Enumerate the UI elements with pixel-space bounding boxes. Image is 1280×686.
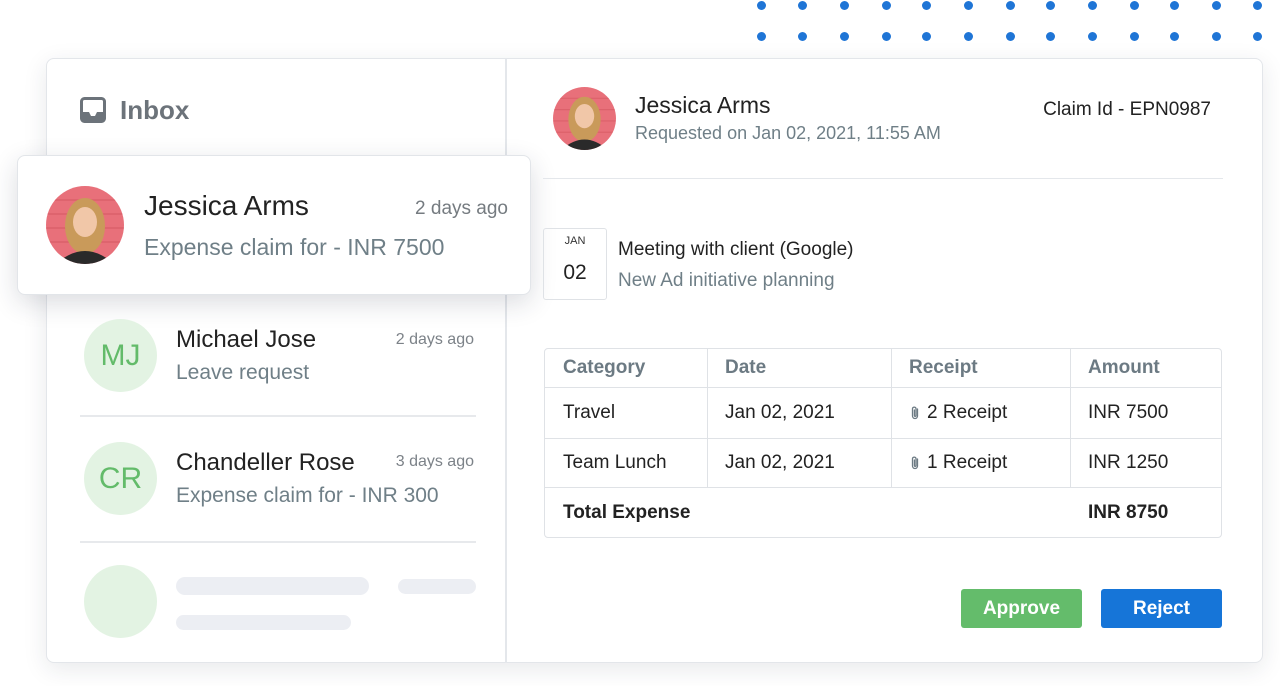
- avatar: CR: [84, 442, 157, 515]
- requester-avatar: [553, 87, 616, 150]
- cell-date: Jan 02, 2021: [725, 452, 835, 473]
- message-time: 2 days ago: [395, 331, 474, 348]
- decorative-dot: [1253, 1, 1262, 10]
- decorative-dot-pattern: [752, 0, 1272, 44]
- avatar: MJ: [84, 319, 157, 392]
- cell-category: Travel: [563, 402, 616, 423]
- decorative-dot: [1212, 1, 1221, 10]
- decorative-dot: [1046, 32, 1055, 41]
- claim-id: Claim Id - EPN0987: [1043, 99, 1211, 120]
- table-row: Team Lunch Jan 02, 2021 1 Receipt INR 12…: [545, 439, 1221, 487]
- inbox-item-active[interactable]: Jessica Arms 2 days ago Expense claim fo…: [17, 155, 531, 295]
- skeleton-line: [398, 579, 476, 594]
- event-date-badge: JAN 02: [543, 228, 607, 300]
- total-label: Total Expense: [563, 502, 691, 523]
- decorative-dot: [1130, 32, 1139, 41]
- decorative-dot: [1170, 1, 1179, 10]
- list-divider: [80, 541, 476, 543]
- cell-amount: INR 1250: [1088, 452, 1169, 473]
- event-subtitle: New Ad initiative planning: [618, 270, 835, 291]
- receipt-count: 2 Receipt: [927, 402, 1008, 423]
- sender-name: Chandeller Rose: [176, 449, 355, 476]
- receipt-count: 1 Receipt: [927, 452, 1008, 473]
- inbox-title: Inbox: [120, 94, 190, 125]
- reject-button[interactable]: Reject: [1101, 589, 1222, 628]
- decorative-dot: [1046, 1, 1055, 10]
- cell-category: Team Lunch: [563, 452, 667, 473]
- message-time: 3 days ago: [395, 453, 474, 470]
- decorative-dot: [798, 32, 807, 41]
- inbox-item-michael-jose[interactable]: MJ Michael Jose 2 days ago Leave request: [80, 307, 476, 417]
- decorative-dot: [1253, 32, 1262, 41]
- total-amount: INR 8750: [1088, 502, 1169, 523]
- column-header-date: Date: [725, 357, 767, 378]
- list-divider: [80, 415, 476, 417]
- avatar: [46, 186, 124, 264]
- decorative-dot: [1212, 32, 1221, 41]
- cell-date: Jan 02, 2021: [725, 402, 835, 423]
- inbox-tray-icon: [80, 97, 106, 123]
- column-header-amount: Amount: [1088, 357, 1160, 378]
- message-subject: Expense claim for - INR 7500: [144, 234, 445, 260]
- skeleton-line: [176, 615, 351, 630]
- sender-name: Jessica Arms: [144, 190, 309, 221]
- column-header-receipt: Receipt: [909, 357, 978, 378]
- inbox-header: Inbox: [80, 94, 189, 126]
- paperclip-icon: [911, 456, 919, 470]
- table-column-divider: [891, 349, 892, 487]
- cell-amount: INR 7500: [1088, 402, 1169, 423]
- event-month: JAN: [564, 235, 586, 247]
- decorative-dot: [1006, 1, 1015, 10]
- decorative-dot: [964, 1, 973, 10]
- skeleton-line: [176, 577, 369, 595]
- decorative-dot: [964, 32, 973, 41]
- decorative-dot: [757, 32, 766, 41]
- receipt-link[interactable]: 2 Receipt: [891, 388, 1070, 438]
- decorative-dot: [1088, 32, 1097, 41]
- table-column-divider: [707, 349, 708, 487]
- decorative-dot: [1006, 32, 1015, 41]
- skeleton-avatar: [84, 565, 157, 638]
- event-title: Meeting with client (Google): [618, 239, 854, 260]
- event-day: 02: [563, 261, 587, 284]
- column-header-category: Category: [563, 357, 646, 378]
- decorative-dot: [840, 1, 849, 10]
- expense-table: Category Date Receipt Amount Travel Jan …: [544, 348, 1222, 538]
- decorative-dot: [922, 32, 931, 41]
- decorative-dot: [1088, 1, 1097, 10]
- decorative-dot: [1170, 32, 1179, 41]
- message-time: 2 days ago: [415, 198, 508, 219]
- panel-divider: [505, 58, 507, 663]
- decorative-dot: [798, 1, 807, 10]
- message-subject: Leave request: [176, 361, 310, 384]
- decorative-dot: [757, 1, 766, 10]
- inbox-item-chandeller-rose[interactable]: CR Chandeller Rose 3 days ago Expense cl…: [80, 430, 476, 540]
- paperclip-icon: [911, 406, 919, 420]
- decorative-dot: [882, 1, 891, 10]
- approve-button[interactable]: Approve: [961, 589, 1082, 628]
- table-column-divider: [1070, 349, 1071, 487]
- table-header-row: Category Date Receipt Amount: [545, 349, 1221, 387]
- table-row: Travel Jan 02, 2021 2 Receipt INR 7500: [545, 388, 1221, 438]
- requester-name: Jessica Arms: [635, 92, 771, 118]
- decorative-dot: [840, 32, 849, 41]
- sender-name: Michael Jose: [176, 326, 317, 353]
- decorative-dot: [1130, 1, 1139, 10]
- decorative-dot: [922, 1, 931, 10]
- header-divider: [543, 178, 1223, 179]
- requested-date: Requested on Jan 02, 2021, 11:55 AM: [635, 123, 941, 143]
- table-total-row: Total Expense INR 8750: [545, 488, 1221, 537]
- message-subject: Expense claim for - INR 300: [176, 484, 439, 507]
- decorative-dot: [882, 32, 891, 41]
- receipt-link[interactable]: 1 Receipt: [891, 439, 1070, 487]
